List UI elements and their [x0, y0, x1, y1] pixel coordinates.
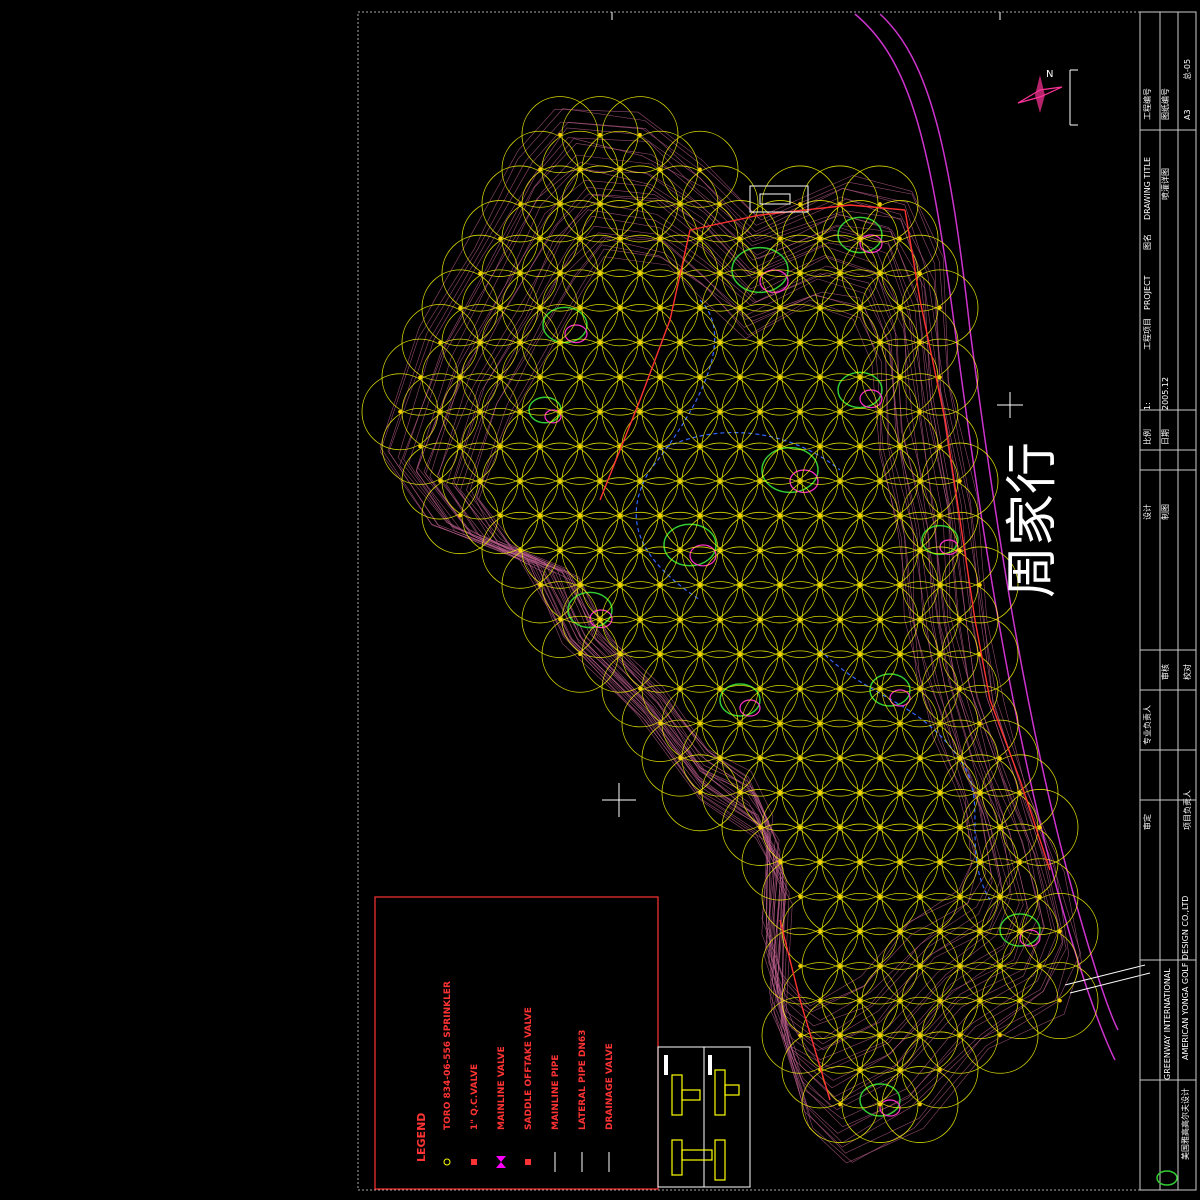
north-label: N — [1046, 69, 1053, 80]
legend-item-label: TORO 834-06-556 SPRINKLER — [443, 981, 453, 1130]
saddle-valve-icon — [525, 1159, 531, 1165]
check-label: 审核 — [1160, 664, 1170, 680]
professional-label: 专业负责人 — [1142, 705, 1152, 745]
legend-item-label: LATERAL PIPE DN63 — [578, 1030, 588, 1130]
irrigation-plan-drawing: 周家行 N LEGEND TORO 834-06-556 SPRINKLER 1"… — [0, 0, 1200, 1200]
review-label: 校对 — [1182, 664, 1192, 680]
sprinkler-head — [698, 791, 702, 795]
legend-item-label: DRAINAGE VALVE — [605, 1043, 615, 1130]
scale-label: 比例 — [1142, 429, 1152, 445]
sprinkler-head — [1058, 998, 1062, 1003]
scale-value: 1: — [1143, 402, 1152, 410]
drawing-no-value: 总-05 — [1182, 59, 1192, 80]
date-value: 2005.12 — [1161, 377, 1170, 410]
legend-item-label: MAINLINE VALVE — [497, 1046, 507, 1130]
sprinkler-head — [918, 1102, 922, 1107]
date-label: 日期 — [1161, 429, 1170, 445]
design-label: 设计 — [1142, 504, 1152, 520]
legend-title: LEGEND — [415, 1113, 428, 1162]
manager-label: 项目负责人 — [1182, 790, 1192, 830]
legend-item-label: SADDLE OFFTAKE VALVE — [524, 1007, 534, 1130]
legend-item-label: 1" Q.C.VALVE — [470, 1064, 480, 1130]
drawing-no-label: 工程编号 — [1142, 88, 1152, 120]
project-en: PROJECT — [1143, 275, 1152, 310]
qc-valve-icon — [471, 1159, 477, 1165]
drawing-title-cn: 喷灌详图 — [1160, 168, 1170, 200]
sprinkler-head — [878, 1102, 882, 1107]
intl-name: GREENWAY INTERNATIONAL — [1163, 968, 1172, 1080]
sheet-label: 图纸编号 — [1160, 88, 1170, 120]
sprinkler-head — [458, 513, 462, 518]
sprinkler-head — [998, 1033, 1002, 1038]
road-label: 周家行 — [1003, 442, 1063, 598]
drawing-name-label: 图名 — [1142, 234, 1152, 250]
drawing-title-en: DRAWING TITLE — [1143, 157, 1152, 220]
company-cn: 美国雅高高尔夫设计 — [1180, 1088, 1190, 1160]
sprinkler-head — [578, 652, 582, 657]
sprinkler-head — [838, 1102, 842, 1107]
project-label: 工程项目 — [1143, 318, 1152, 350]
approve-label: 审定 — [1142, 814, 1152, 830]
legend-item-label: MAINLINE PIPE — [551, 1055, 561, 1130]
draw-label: 制图 — [1160, 504, 1170, 520]
company-en: AMERICAN YONGA GOLF DESIGN CO.,LTD — [1181, 896, 1190, 1060]
sheet-value: A3 — [1183, 109, 1192, 120]
